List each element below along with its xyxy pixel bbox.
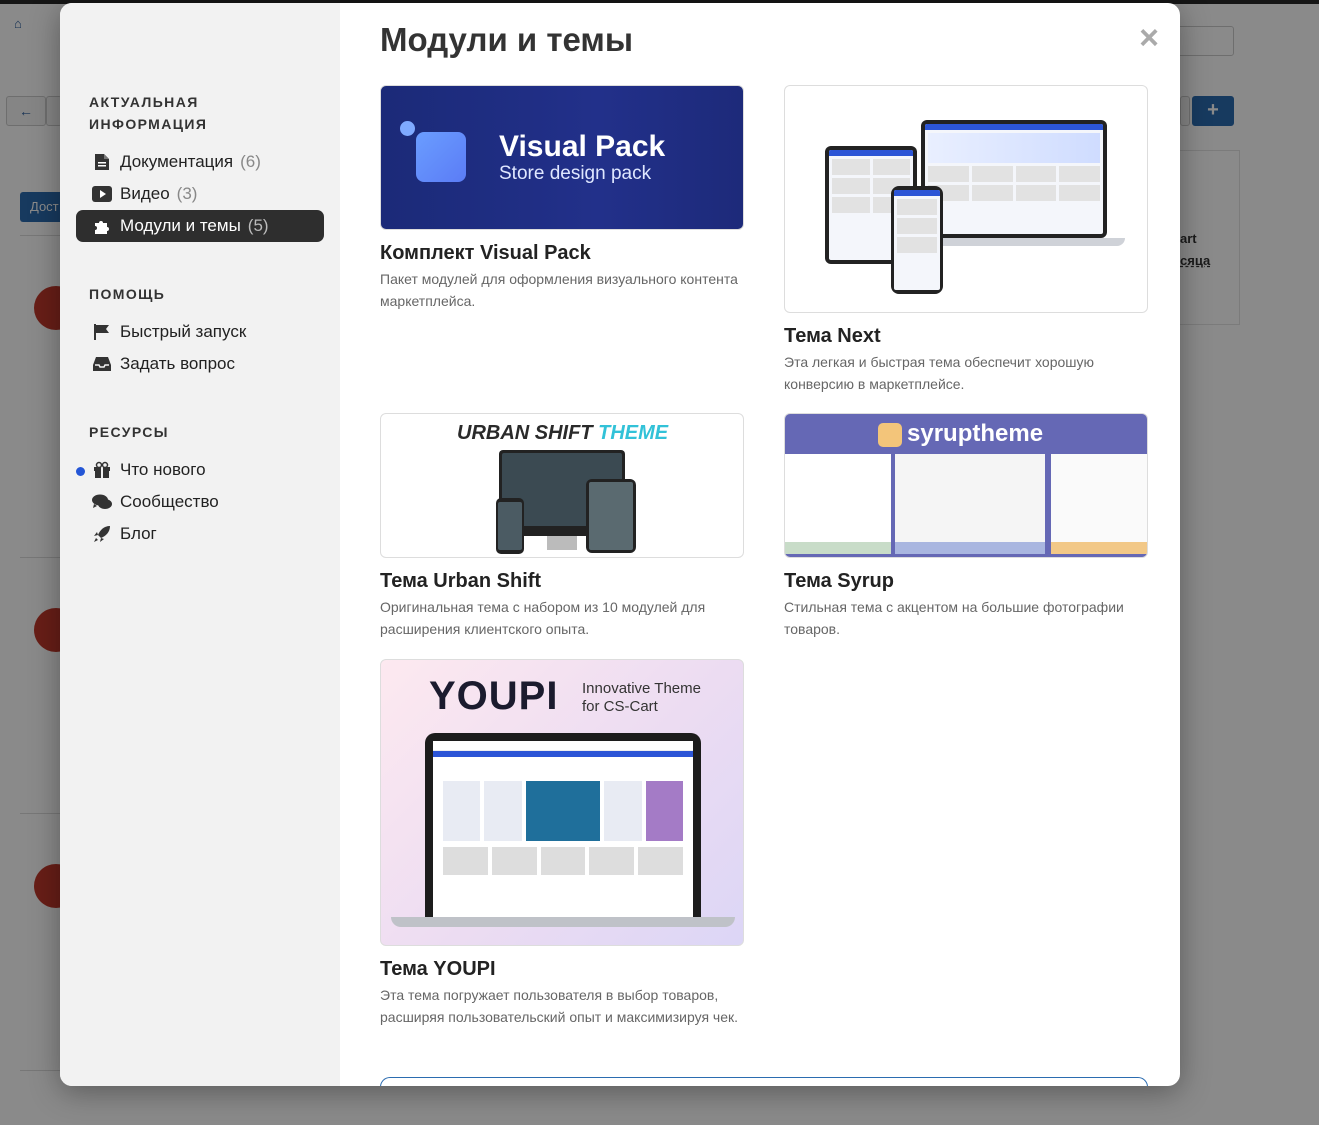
sidebar-item-video[interactable]: Видео (3) bbox=[76, 178, 324, 210]
thumb-title: syruptheme bbox=[907, 420, 1044, 447]
sidebar-item-count: (6) bbox=[240, 152, 261, 171]
play-icon bbox=[92, 184, 112, 204]
card-visual-pack[interactable]: Visual Pack Store design pack Комплект V… bbox=[380, 85, 744, 315]
card-title[interactable]: Комплект Visual Pack bbox=[380, 242, 591, 265]
card-description: Пакет модулей для оформления визуального… bbox=[380, 271, 738, 309]
card-description: Оригинальная тема с набором из 10 модуле… bbox=[380, 599, 706, 637]
logo bbox=[416, 132, 466, 182]
thumb-title: Visual Pack bbox=[499, 130, 666, 163]
modal-main: Модули и темы × Visual Pack Store design… bbox=[340, 3, 1180, 1086]
card-syrup[interactable]: syruptheme Тема Syrup Стильная тема с ак… bbox=[784, 413, 1148, 643]
sidebar-item-blog[interactable]: Блог bbox=[76, 518, 324, 550]
card-thumbnail[interactable] bbox=[784, 85, 1148, 313]
card-title[interactable]: Тема Syrup bbox=[784, 570, 894, 593]
section-title-help: ПОМОЩЬ bbox=[89, 286, 166, 302]
card-youpi[interactable]: YOUPI Innovative Theme for CS-Cart Тема … bbox=[380, 659, 744, 1049]
syrup-logo-icon bbox=[878, 423, 902, 447]
thumb-subtitle: THEME bbox=[598, 422, 669, 444]
sidebar-item-whatsnew[interactable]: Что нового bbox=[76, 454, 324, 486]
rocket-icon bbox=[92, 524, 112, 544]
card-thumbnail[interactable]: syruptheme bbox=[784, 413, 1148, 558]
card-urban-shift[interactable]: URBAN SHIFT THEME Тема Urban Shift Ориги… bbox=[380, 413, 744, 643]
sidebar-item-label: Задать вопрос bbox=[120, 354, 235, 373]
card-description: Эта тема погружает пользователя в выбор … bbox=[380, 987, 739, 1025]
flag-icon bbox=[92, 322, 112, 342]
sidebar-item-count: (5) bbox=[247, 216, 269, 235]
sidebar-item-label: Блог bbox=[120, 524, 157, 543]
sidebar-item-quickstart[interactable]: Быстрый запуск bbox=[76, 316, 324, 348]
sidebar-item-label: Документация bbox=[120, 152, 234, 171]
thumb-subtitle: Store design pack bbox=[499, 163, 652, 184]
more-button[interactable] bbox=[380, 1077, 1148, 1086]
card-thumbnail[interactable]: URBAN SHIFT THEME bbox=[380, 413, 744, 558]
puzzle-icon bbox=[92, 216, 112, 236]
sidebar-item-label: Видео bbox=[120, 184, 170, 203]
comments-icon bbox=[92, 492, 112, 512]
page-title: Модули и темы bbox=[380, 21, 634, 58]
gift-icon bbox=[92, 460, 112, 480]
sidebar-item-community[interactable]: Сообщество bbox=[76, 486, 324, 518]
sidebar-item-label: Быстрый запуск bbox=[120, 322, 247, 341]
modules-modal: АКТУАЛЬНАЯ ИНФОРМАЦИЯ Документация (6) В… bbox=[60, 3, 1180, 1086]
sidebar-item-label: Что нового bbox=[120, 460, 206, 479]
sidebar-item-count: (3) bbox=[176, 184, 198, 203]
thumb-subtitle: Innovative Theme for CS-Cart bbox=[582, 680, 701, 715]
device-phone bbox=[496, 498, 524, 554]
device-laptop bbox=[921, 120, 1107, 238]
sidebar-item-ask[interactable]: Задать вопрос bbox=[76, 348, 324, 380]
thumb-title: URBAN SHIFT bbox=[457, 422, 593, 444]
section-title-info: АКТУАЛЬНАЯ ИНФОРМАЦИЯ bbox=[89, 94, 208, 132]
modal-sidebar: АКТУАЛЬНАЯ ИНФОРМАЦИЯ Документация (6) В… bbox=[60, 3, 340, 1086]
card-title[interactable]: Тема Urban Shift bbox=[380, 570, 541, 593]
card-title[interactable]: Тема Next bbox=[784, 325, 881, 348]
sidebar-item-modules[interactable]: Модули и темы (5) bbox=[76, 210, 324, 242]
card-description: Эта легкая и быстрая тема обеспечит хоро… bbox=[784, 354, 1095, 392]
close-icon[interactable]: × bbox=[1136, 21, 1162, 55]
card-description: Стильная тема с акцентом на большие фото… bbox=[784, 599, 1124, 637]
thumb-title: YOUPI bbox=[429, 674, 559, 718]
card-title[interactable]: Тема YOUPI bbox=[380, 958, 496, 981]
device-laptop bbox=[425, 733, 701, 919]
card-next[interactable]: Тема Next Эта легкая и быстрая тема обес… bbox=[784, 85, 1148, 395]
file-icon bbox=[92, 152, 112, 172]
sidebar-item-label: Сообщество bbox=[120, 492, 219, 511]
card-thumbnail[interactable]: YOUPI Innovative Theme for CS-Cart bbox=[380, 659, 744, 946]
sidebar-item-label: Модули и темы bbox=[120, 216, 241, 235]
inbox-icon bbox=[92, 354, 112, 374]
card-thumbnail[interactable]: Visual Pack Store design pack bbox=[380, 85, 744, 230]
device-tablet bbox=[586, 479, 636, 553]
device-phone bbox=[891, 186, 943, 294]
sidebar-item-docs[interactable]: Документация (6) bbox=[76, 146, 324, 178]
section-title-resources: РЕСУРСЫ bbox=[89, 424, 169, 440]
